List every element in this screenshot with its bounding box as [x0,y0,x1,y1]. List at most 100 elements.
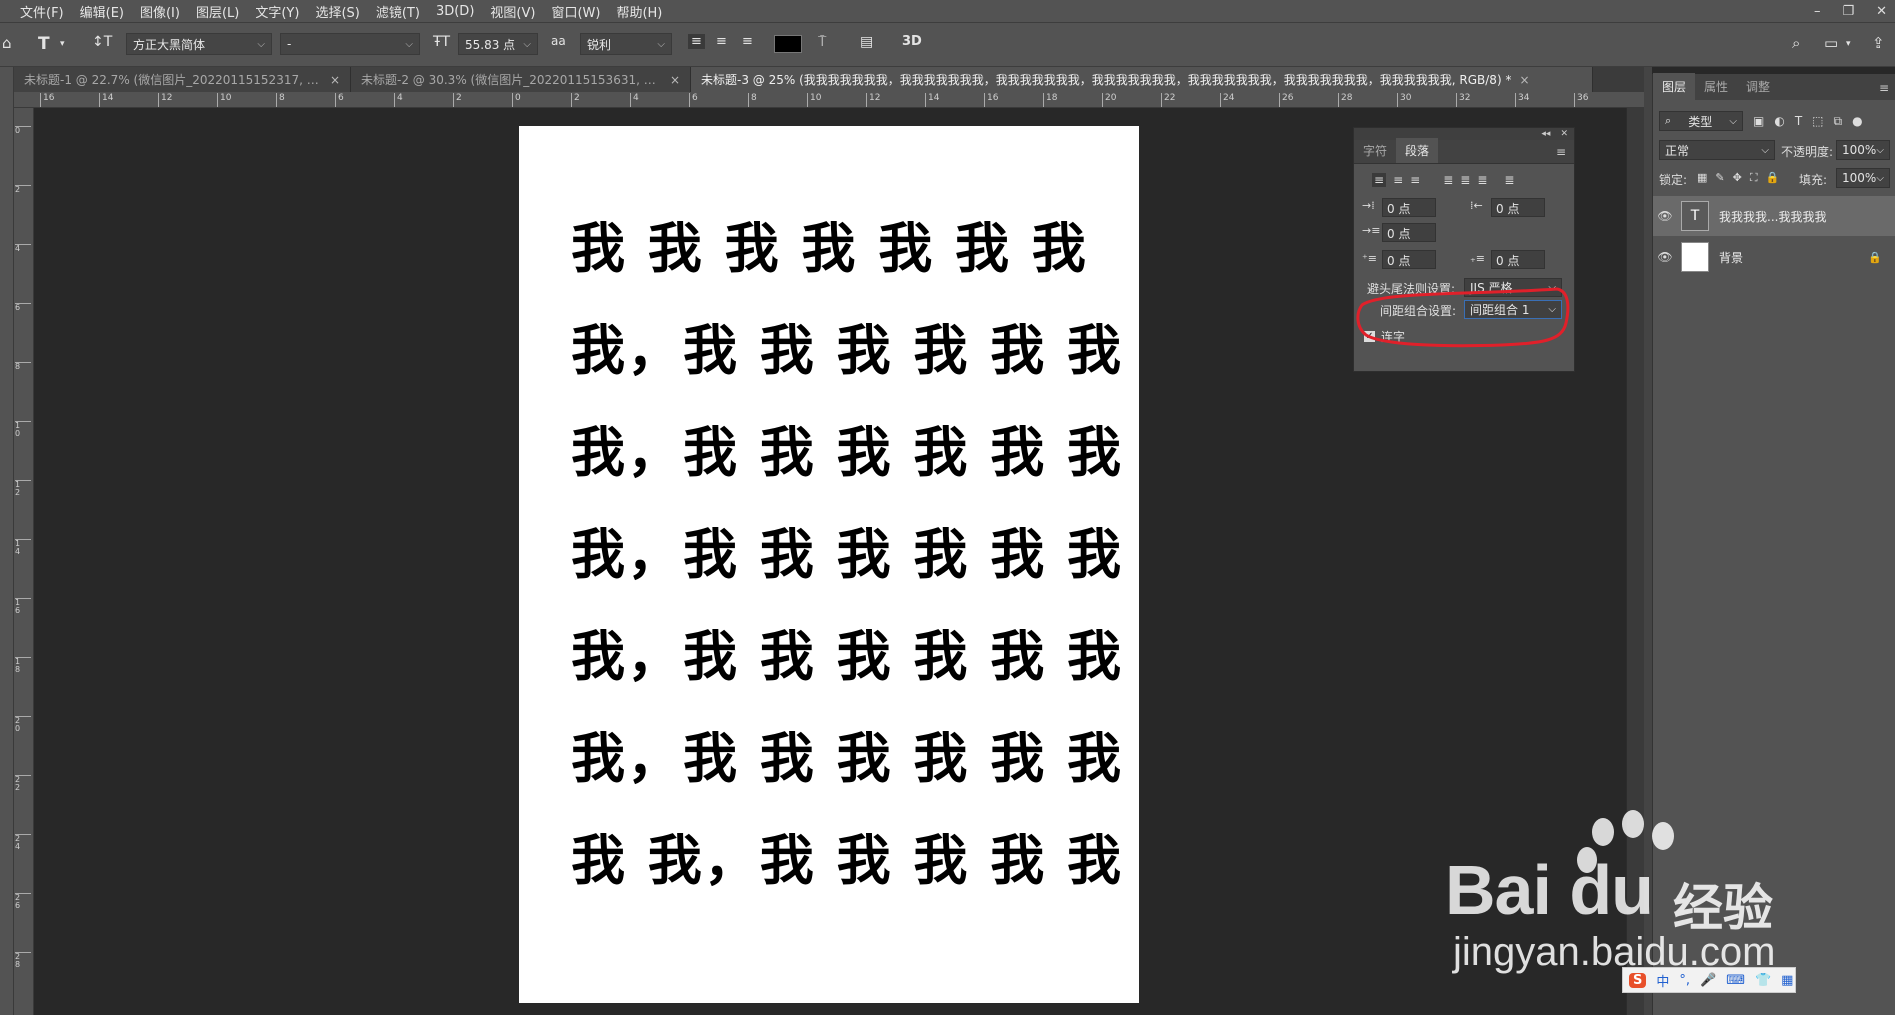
share-icon[interactable]: ⇪ [1872,34,1885,52]
chevron-down-icon[interactable]: ▾ [1846,39,1851,49]
panels-toggle-icon[interactable]: ▤ [860,34,873,50]
space-after-input[interactable]: 0 点 [1491,250,1545,269]
menu-view[interactable]: 视图(V) [482,2,543,21]
align-center-icon[interactable]: ≡ [716,34,727,49]
lock-label: 锁定: [1659,173,1688,187]
antialias-value: 锐利 [587,37,612,52]
text-color-swatch[interactable] [774,35,802,53]
restore-button[interactable]: ❐ [1842,4,1854,19]
layer-filter-select[interactable]: ⌕ 类型 ⌵ [1659,111,1743,131]
text-layer-thumbnail-icon: T [1681,201,1709,231]
skin-icon[interactable]: 👕 [1755,973,1771,988]
justify-last-center-icon[interactable]: ≣ [1460,173,1470,187]
indent-right-input[interactable]: 0 点 [1491,198,1545,217]
document-canvas[interactable]: 我 我 我 我 我 我 我 我，我 我 我 我 我 我 我，我 我 我 我 我 … [519,126,1139,1003]
indent-first-line-input[interactable]: 0 点 [1382,223,1436,242]
lock-paint-icon[interactable]: ✎ [1715,171,1724,185]
ime-punctuation-icon[interactable]: °, [1679,973,1690,988]
menu-type[interactable]: 文字(Y) [247,2,307,21]
fill-input[interactable]: 100% ⌵ [1836,168,1890,188]
menu-file[interactable]: 文件(F) [12,2,72,21]
menu-filter[interactable]: 滤镜(T) [368,2,428,21]
indent-left-input[interactable]: 0 点 [1382,198,1436,217]
shape-filter-icon[interactable]: ⬚ [1812,114,1823,129]
lock-all-icon[interactable]: 🔒 [1766,171,1780,185]
menu-layer[interactable]: 图层(L) [188,2,247,21]
tab-untitled-3[interactable]: 未标题-3 @ 25% (我我我我我我我，我我我我我我我，我我我我我我我，我我我… [691,67,1593,92]
menu-3d[interactable]: 3D(D) [428,4,482,19]
menu-window[interactable]: 窗口(W) [543,2,608,21]
ruler-tick-label: 10 [217,93,231,107]
ruler-tick-label: 2 8 [15,952,31,969]
justify-last-left-icon[interactable]: ≣ [1443,173,1453,187]
tab-adjustments[interactable]: 调整 [1737,73,1779,100]
align-right-icon[interactable]: ≡ [1410,173,1420,187]
panel-menu-icon[interactable]: ≡ [1548,141,1574,163]
ruler-tick-label: 16 [984,93,998,107]
tab-untitled-1[interactable]: 未标题-1 @ 22.7% (微信图片_20220115152317, RGB/… [14,67,351,92]
ime-chinese-mode[interactable]: 中 [1656,971,1669,990]
justify-all-icon[interactable]: ≣ [1504,173,1514,187]
home-icon[interactable]: ⌂ [2,34,12,52]
layers-panel-tabs: 图层 属性 调整 ≡ [1653,73,1895,100]
layer-row-text[interactable]: 👁 T 我我我我...我我我我 [1653,196,1895,236]
type-orientation-icon[interactable]: ↕T [92,34,112,50]
tab-paragraph[interactable]: 段落 [1396,138,1439,163]
eye-icon[interactable]: 👁 [1653,209,1677,223]
toolbox-icon[interactable]: ▦ [1781,973,1793,988]
lock-move-icon[interactable]: ✥ [1733,171,1742,185]
align-left-icon[interactable]: ≡ [1372,173,1387,187]
horizontal-ruler[interactable]: 16 14 12 10 8 6 4 2 0 2 4 6 8 10 12 14 16 18 20 22 24 26 28 30 3… [14,92,1644,108]
filter-toggle-icon[interactable]: ● [1852,114,1862,129]
close-window-button[interactable]: ✕ [1876,4,1887,19]
minimize-button[interactable]: – [1814,4,1821,19]
menu-help[interactable]: 帮助(H) [608,2,670,21]
3d-button[interactable]: 3D [902,34,922,49]
sogou-icon[interactable]: S [1629,972,1647,988]
menu-edit[interactable]: 编辑(E) [72,2,132,21]
close-icon[interactable]: × [1519,73,1529,87]
space-before-input[interactable]: 0 点 [1382,250,1436,269]
blend-mode-select[interactable]: 正常 ⌵ [1659,140,1775,160]
font-family-select[interactable]: 方正大黑简体 ⌵ [126,33,272,55]
keyboard-icon[interactable]: ⌨ [1726,973,1745,988]
tab-layers[interactable]: 图层 [1653,73,1696,100]
type-tool-icon[interactable]: T [38,34,50,54]
lock-transparent-icon[interactable]: ▦ [1697,171,1707,185]
justify-last-right-icon[interactable]: ≣ [1477,173,1487,187]
chevron-down-icon[interactable]: ▾ [60,39,65,49]
layer-row-background[interactable]: 👁 背景 🔒 [1653,237,1895,277]
ruler-tick-label: 2 [15,185,31,194]
close-icon[interactable]: ✕ [1560,129,1568,139]
eye-icon[interactable]: 👁 [1653,250,1677,264]
tab-untitled-2[interactable]: 未标题-2 @ 30.3% (微信图片_20220115153631, RGB/… [351,67,691,92]
panel-menu-icon[interactable]: ≡ [1873,76,1895,100]
menu-image[interactable]: 图像(I) [132,2,188,21]
opacity-input[interactable]: 100% ⌵ [1836,140,1890,160]
collapse-icon[interactable]: ◂◂ [1541,129,1550,139]
ruler-tick-label: 14 [925,93,939,107]
lock-artboard-icon[interactable]: ⛶ [1750,171,1758,185]
font-size-select[interactable]: 55.83 点 ⌵ [458,33,538,55]
vertical-ruler[interactable]: 0 2 4 6 8 1 0 1 2 1 4 1 6 1 8 2 0 2 2 2 4 2 6 2 8 [14,108,34,1015]
smart-object-filter-icon[interactable]: ⧉ [1834,114,1843,129]
chevron-down-icon: ⌵ [1876,172,1884,184]
align-left-icon[interactable]: ≡ [688,34,705,49]
microphone-icon[interactable]: 🎤 [1700,973,1716,988]
adjustment-filter-icon[interactable]: ◐ [1774,114,1784,129]
close-icon[interactable]: × [330,73,340,87]
close-icon[interactable]: × [670,73,680,87]
chevron-down-icon: ⌵ [257,38,265,50]
antialias-select[interactable]: 锐利 ⌵ [580,33,672,55]
menu-select[interactable]: 选择(S) [307,2,367,21]
workspace-icon[interactable]: ▭ [1824,34,1838,52]
type-filter-icon[interactable]: T [1795,114,1802,129]
search-icon[interactable]: ⌕ [1792,34,1800,52]
tab-character[interactable]: 字符 [1354,138,1396,163]
align-right-icon[interactable]: ≡ [742,34,753,49]
align-center-icon[interactable]: ≡ [1393,173,1403,187]
warp-text-icon[interactable]: ⍑ [818,34,826,50]
font-style-select[interactable]: - ⌵ [280,33,420,55]
pixel-filter-icon[interactable]: ▣ [1753,114,1764,129]
tab-properties[interactable]: 属性 [1695,73,1737,100]
